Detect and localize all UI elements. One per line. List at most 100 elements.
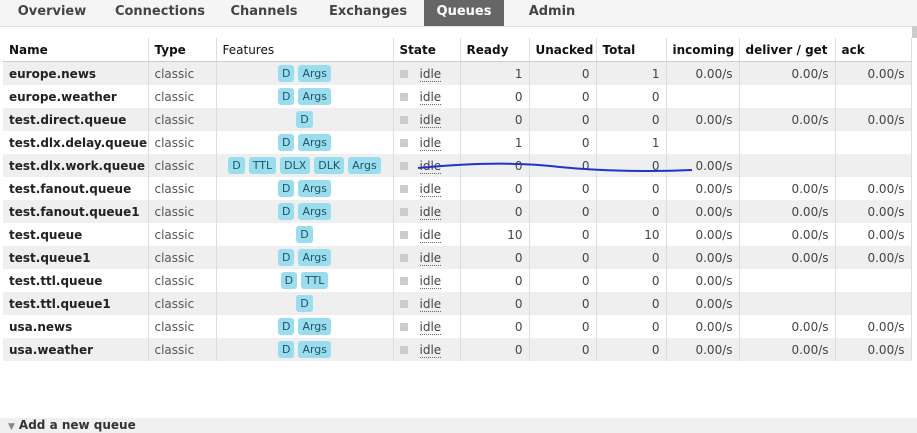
add-queue-label[interactable]: Add a new queue [19,418,136,432]
ready-count: 10 [460,223,530,246]
state-indicator-icon [399,139,408,147]
scrollbar[interactable] [912,26,917,38]
state-indicator-icon [399,208,408,216]
incoming-rate: 0.00/s [666,223,740,246]
queue-state: idle [393,85,461,108]
collapse-arrow-icon[interactable]: ▼ [8,422,15,432]
queue-type: classic [148,131,217,154]
feature-badge: Args [298,318,332,335]
ready-count: 1 [460,131,530,154]
tab-queues[interactable]: Queues [424,0,504,26]
col-incoming[interactable]: incoming [666,38,740,62]
queue-name-link[interactable]: europe.news [3,61,149,85]
queue-name-link[interactable]: test.direct.queue [3,108,149,131]
ack-rate [835,292,912,315]
feature-badge: DLX [280,157,311,174]
total-count: 0 [596,292,667,315]
col-features[interactable]: Features [216,38,394,62]
table-row: europe.weather classic D Args idle 0 0 0 [3,85,912,108]
deliver-get-rate: 0.00/s [739,108,836,131]
total-count: 10 [596,223,667,246]
queue-name-link[interactable]: europe.weather [3,85,149,108]
unacked-count: 0 [529,131,597,154]
queue-features: D Args [216,61,394,85]
queue-name-link[interactable]: test.dlx.delay.queue [3,131,149,154]
table-row: test.dlx.delay.queue classic D Args idle 1 0 1 [3,131,912,154]
col-deliver-get[interactable]: deliver / get [739,38,836,62]
queue-name-link[interactable]: usa.news [3,315,149,338]
queue-name-link[interactable]: test.dlx.work.queue [3,154,149,177]
add-queue-section[interactable]: ▼ Add a new queue [0,418,917,433]
queue-name-link[interactable]: test.ttl.queue [3,269,149,292]
feature-badge: D [296,295,313,312]
feature-badge: D [277,65,295,82]
ready-count: 0 [460,292,530,315]
total-count: 0 [596,108,667,131]
top-nav: Overview Connections Channels Exchanges … [0,0,917,27]
feature-badge: Args [298,341,332,358]
ack-rate [835,154,912,177]
deliver-get-rate: 0.00/s [739,177,836,200]
queue-name-link[interactable]: test.fanout.queue [3,177,149,200]
state-label: idle [419,319,442,335]
tab-channels[interactable]: Channels [222,0,306,26]
col-type[interactable]: Type [148,38,217,62]
unacked-count: 0 [529,61,597,85]
tab-exchanges[interactable]: Exchanges [320,0,416,26]
table-row: test.fanout.queue1 classic D Args idle 0 0 0 0.0… [3,200,912,223]
feature-badge: Args [298,203,332,220]
queue-name-link[interactable]: test.queue1 [3,246,149,269]
queue-type: classic [148,269,217,292]
queue-name-link[interactable]: test.queue [3,223,149,246]
ack-rate: 0.00/s [835,200,912,223]
tab-overview[interactable]: Overview [4,0,100,26]
tab-connections[interactable]: Connections [108,0,212,26]
queue-state: idle [393,315,461,338]
ready-count: 0 [460,315,530,338]
queue-type: classic [148,154,217,177]
incoming-rate: 0.00/s [666,269,740,292]
unacked-count: 0 [529,338,597,361]
deliver-get-rate [739,131,836,154]
table-row: test.ttl.queue1 classic Didle 0 0 0 0.00/s [3,292,912,315]
queue-name-link[interactable]: test.ttl.queue1 [3,292,149,315]
state-label: idle [419,89,442,105]
deliver-get-rate: 0.00/s [739,246,836,269]
ack-rate [835,85,912,108]
queue-features: D [216,292,394,315]
total-count: 1 [596,131,667,154]
feature-badge: Args [298,249,332,266]
queue-type: classic [148,200,217,223]
tab-admin[interactable]: Admin [520,0,584,26]
feature-badge: D [296,226,313,243]
incoming-rate: 0.00/s [666,177,740,200]
total-count: 0 [596,85,667,108]
state-label: idle [419,204,442,220]
col-state[interactable]: State [393,38,461,62]
state-indicator-icon [399,70,408,78]
table-row: test.dlx.work.queue classic D TTL DLX DLK Args… [3,154,912,177]
state-indicator-icon [399,300,408,308]
queue-state: idle [393,108,461,131]
unacked-count: 0 [529,315,597,338]
state-label: idle [419,112,442,128]
col-name[interactable]: Name [3,38,149,62]
ack-rate: 0.00/s [835,338,912,361]
deliver-get-rate: 0.00/s [739,223,836,246]
col-ready[interactable]: Ready [460,38,530,62]
queue-name-link[interactable]: test.fanout.queue1 [3,200,149,223]
state-indicator-icon [399,162,408,170]
queue-name-link[interactable]: usa.weather [3,338,149,361]
queue-features: D [216,223,394,246]
ack-rate: 0.00/s [835,177,912,200]
col-unacked[interactable]: Unacked [529,38,597,62]
incoming-rate [666,85,740,108]
col-ack[interactable]: ack [835,38,912,62]
ready-count: 0 [460,108,530,131]
queue-type: classic [148,85,217,108]
state-indicator-icon [399,185,408,193]
incoming-rate: 0.00/s [666,61,740,85]
queue-features: D Args [216,200,394,223]
col-total[interactable]: Total [596,38,667,62]
state-indicator-icon [399,323,408,331]
